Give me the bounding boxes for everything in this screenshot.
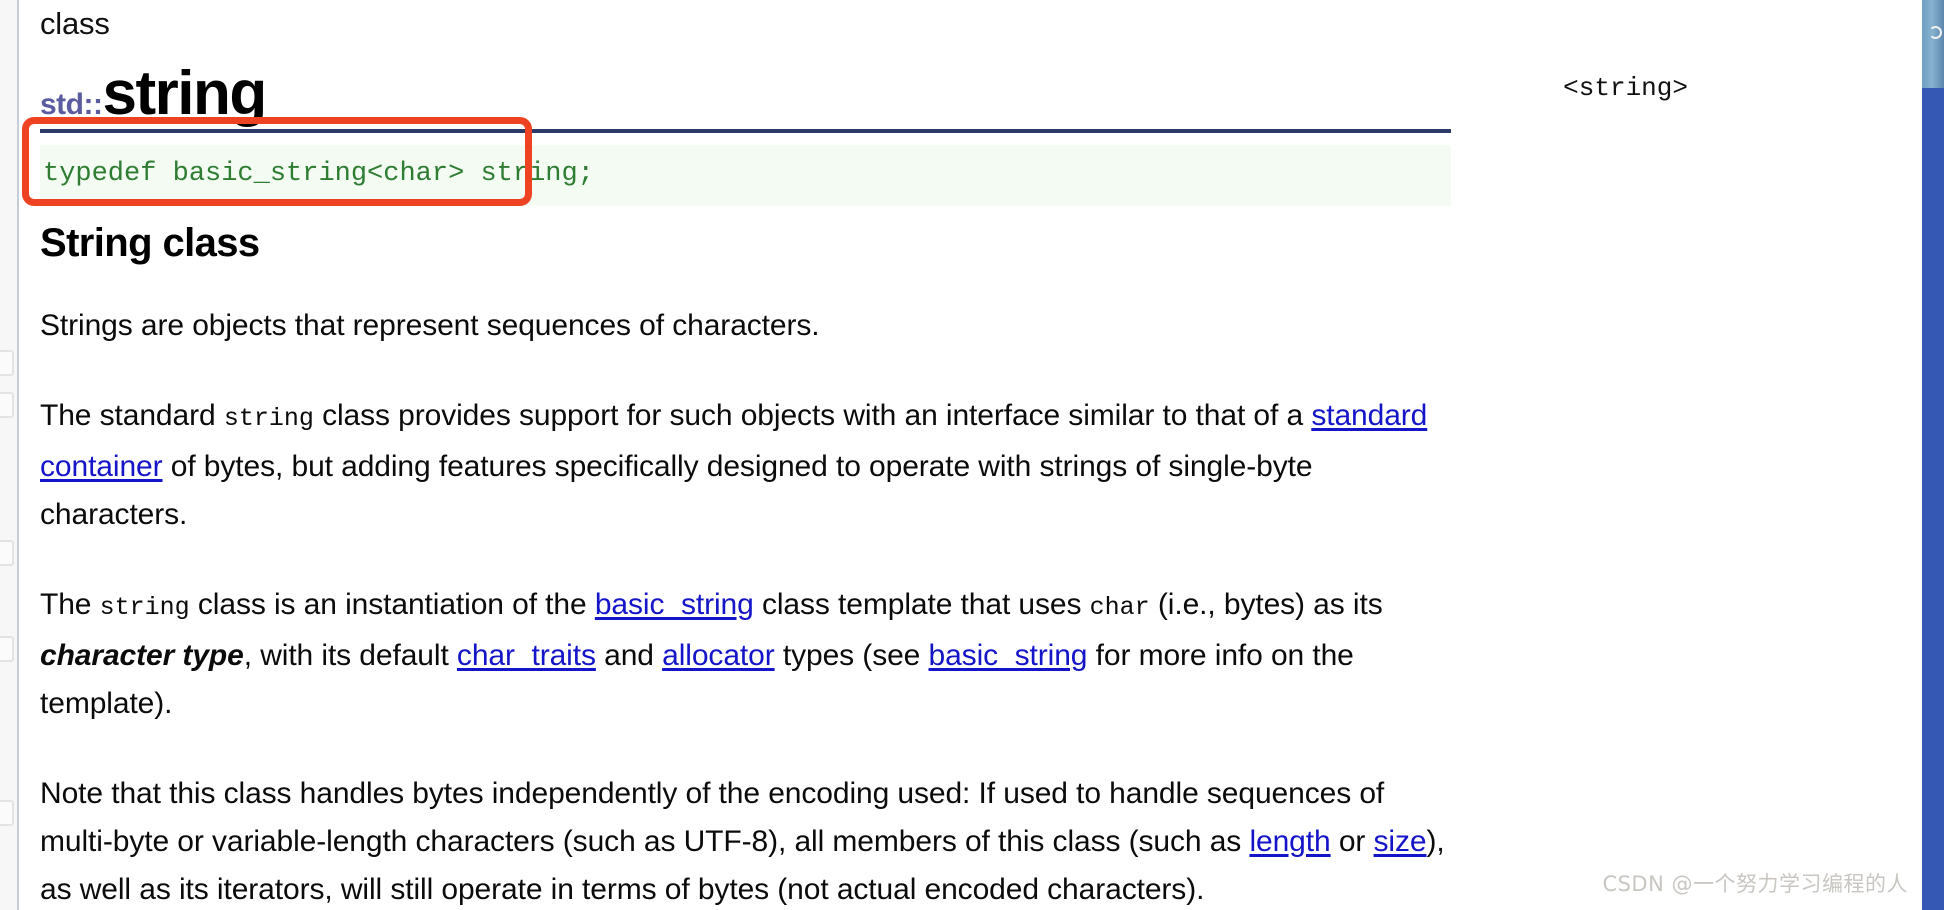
p2-seg2: class provides support for such objects …: [313, 399, 1312, 433]
class-name: string: [102, 59, 267, 128]
gutter-ghost-icon-3: [0, 540, 14, 566]
p3-seg6: and: [595, 639, 663, 673]
gutter-ghost-icon-4: [0, 636, 14, 662]
p3-seg2: class is an instantiation of the: [189, 588, 595, 622]
section-heading: String class: [40, 221, 260, 266]
p3-seg7: types (see: [774, 639, 929, 673]
link-length[interactable]: length: [1249, 825, 1330, 858]
p4-seg1: Note that this class handles bytes indep…: [40, 777, 1385, 859]
csdn-watermark: CSDN @一个努力学习编程的人: [1602, 872, 1908, 896]
page-title: std::string: [40, 63, 267, 125]
p3-seg1: The: [40, 588, 100, 622]
left-gutter: [0, 0, 19, 910]
right-edge-strip-highlight: [1922, 0, 1944, 88]
p3-seg3: class template that uses: [753, 588, 1090, 622]
gutter-ghost-icon-1: [0, 350, 14, 376]
main-content: class std::string <string> typedef basic…: [21, 0, 1920, 910]
namespace-prefix: std::: [40, 88, 103, 121]
p3-seg4: (i.e., bytes) as its: [1149, 588, 1383, 622]
title-divider: [40, 129, 1451, 133]
p4-seg2: or: [1330, 825, 1374, 859]
paragraph-instantiation: The string class is an instantiation of …: [40, 539, 1460, 728]
right-edge-strip: [1922, 0, 1944, 910]
p3-emphasis-character-type: character type: [40, 639, 244, 673]
p2-inline-code-string: string: [223, 404, 314, 434]
declaration-code-block: typedef basic_string<char> string;: [40, 145, 1451, 207]
link-basic-string-1[interactable]: basic_string: [595, 588, 754, 621]
circle-icon: [1929, 26, 1942, 39]
typedef-declaration: typedef basic_string<char> string;: [43, 159, 594, 189]
page-title-row: std::string <string>: [40, 51, 1920, 125]
link-basic-string-2[interactable]: basic_string: [929, 639, 1088, 672]
gutter-ghost-icon-2: [0, 392, 14, 418]
paragraph-intro: Strings are objects that represent seque…: [40, 266, 1460, 350]
link-allocator[interactable]: allocator: [662, 639, 775, 672]
paragraph-standard-class: The standard string class provides suppo…: [40, 350, 1460, 539]
p3-seg5: , with its default: [243, 639, 457, 673]
p2-seg3: of bytes, but adding features specifical…: [40, 450, 1313, 532]
gutter-ghost-icon-5: [0, 800, 14, 826]
p3-inline-code-string: string: [99, 593, 190, 623]
paragraph-encoding-note: Note that this class handles bytes indep…: [40, 728, 1460, 910]
entity-kind-label: class: [40, 6, 110, 41]
p2-seg1: The standard: [40, 399, 224, 433]
link-char-traits[interactable]: char_traits: [457, 639, 596, 672]
documentation-page: class std::string <string> typedef basic…: [0, 0, 1944, 910]
paragraph-intro-text: Strings are objects that represent seque…: [40, 309, 820, 343]
p3-inline-code-char: char: [1089, 593, 1150, 623]
link-size[interactable]: size: [1374, 825, 1427, 858]
header-include-label: <string>: [1563, 73, 1688, 103]
